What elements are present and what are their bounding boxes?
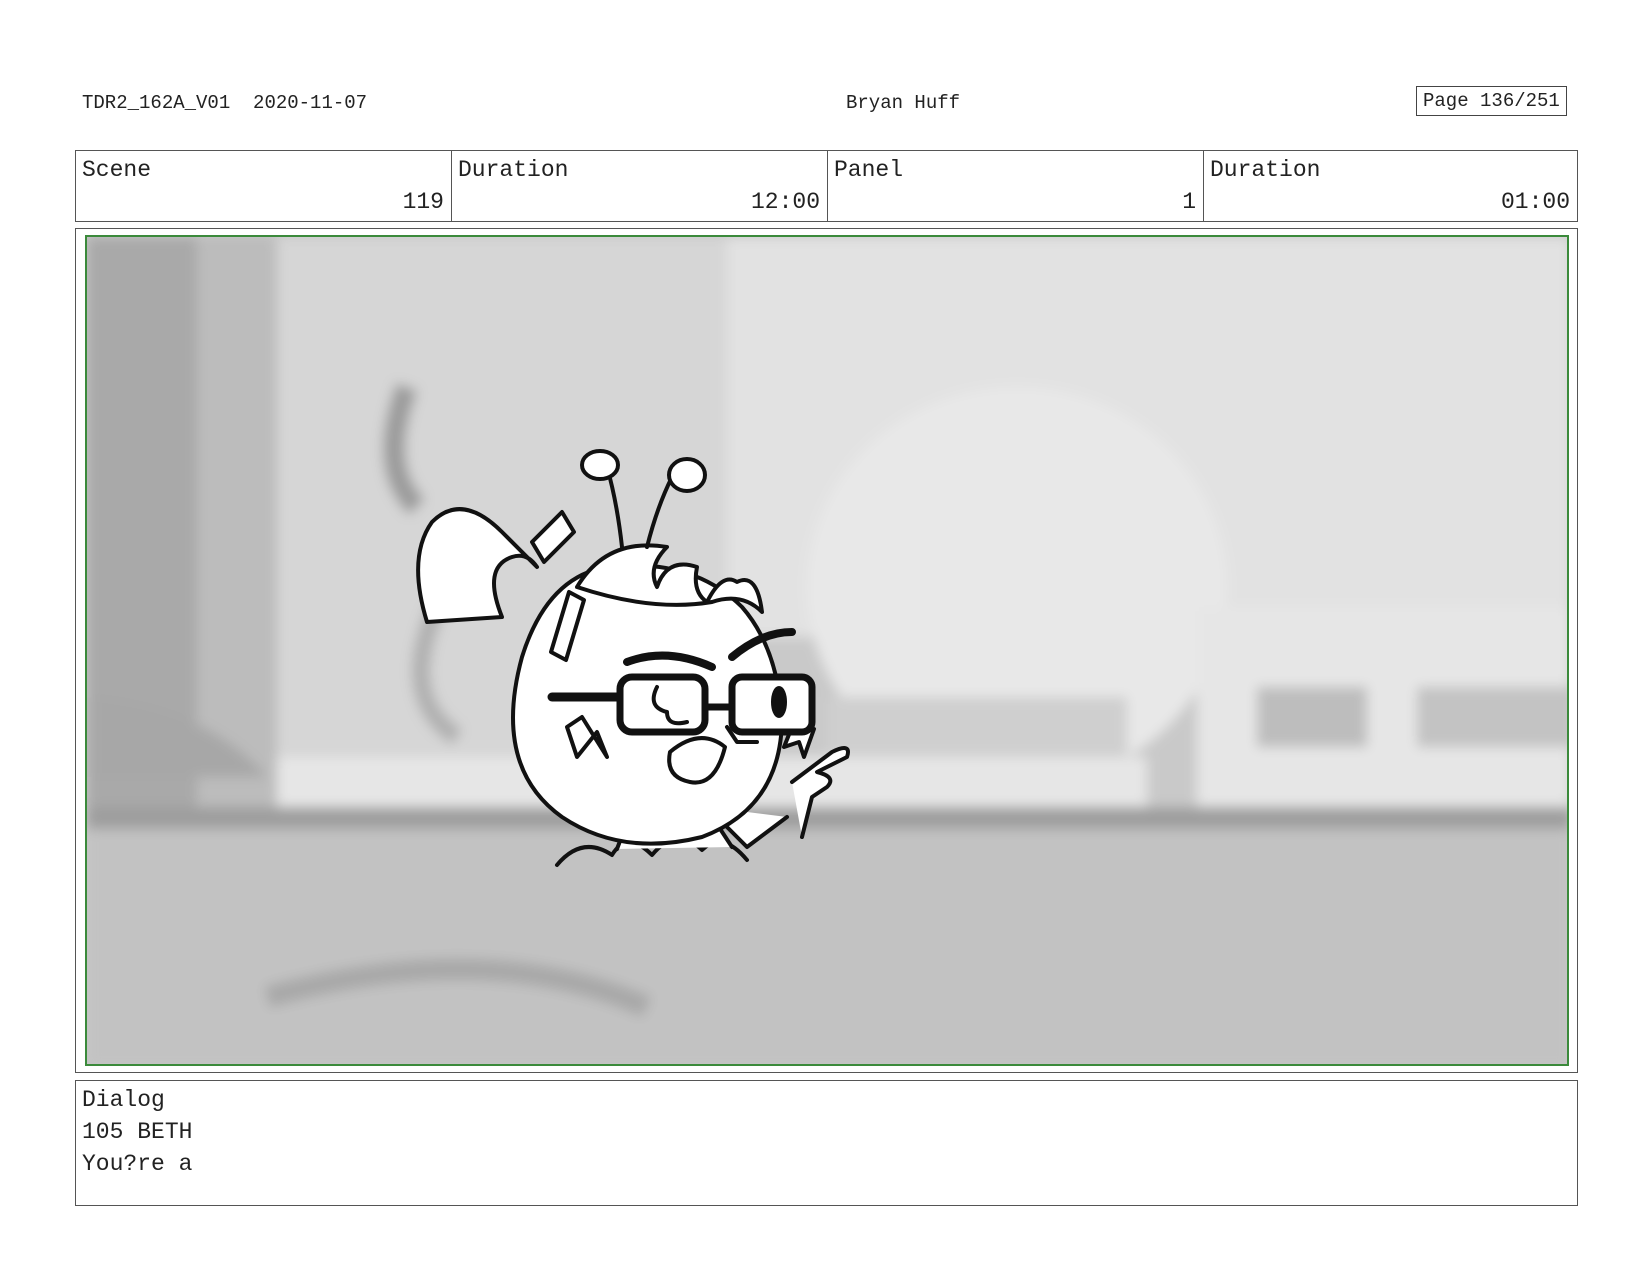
scene-duration-label: Duration bbox=[458, 157, 569, 183]
scene-label: Scene bbox=[82, 157, 152, 183]
dialog-label: Dialog bbox=[82, 1087, 165, 1113]
panel-duration-cell: Duration 01:00 bbox=[1203, 150, 1578, 222]
storyboard-panel-image bbox=[85, 235, 1569, 1066]
page-number: Page 136/251 bbox=[1416, 86, 1567, 116]
dialog-text: You?re a bbox=[82, 1151, 193, 1177]
panel-duration-value: 01:00 bbox=[1500, 189, 1570, 215]
scene-duration-value: 12:00 bbox=[750, 189, 820, 215]
scene-duration-cell: Duration 12:00 bbox=[451, 150, 828, 222]
panel-label: Panel bbox=[834, 157, 904, 183]
project-code: TDR2_162A_V01 bbox=[82, 92, 231, 114]
storyboard-drawing bbox=[87, 237, 1567, 1064]
artist-name: Bryan Huff bbox=[846, 92, 961, 114]
scene-value: 119 bbox=[402, 189, 444, 215]
dialog-box: Dialog 105 BETH You?re a bbox=[75, 1080, 1578, 1206]
header-date: 2020-11-07 bbox=[253, 92, 368, 114]
panel-value: 1 bbox=[1182, 189, 1196, 215]
blurred-background bbox=[87, 237, 1567, 1064]
header-project-date: TDR2_162A_V01 2020-11-07 bbox=[82, 92, 367, 114]
panel-duration-label: Duration bbox=[1210, 157, 1321, 183]
panel-cell: Panel 1 bbox=[827, 150, 1204, 222]
dialog-speaker: 105 BETH bbox=[82, 1119, 193, 1145]
scene-cell: Scene 119 bbox=[75, 150, 452, 222]
